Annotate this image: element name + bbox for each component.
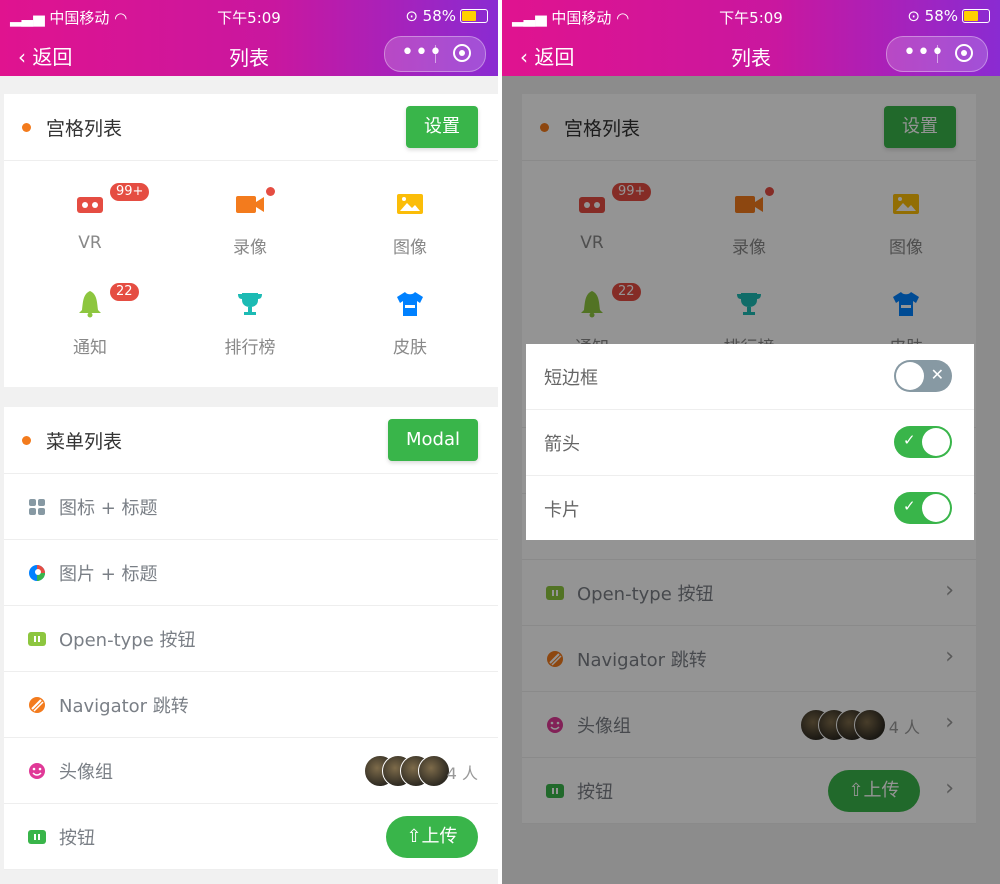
grid-item-image[interactable]: 图像 (330, 177, 490, 267)
section-gap (4, 387, 498, 407)
menu-item-button[interactable]: 按钮 ⇧上传 (4, 804, 498, 870)
avatar-group (364, 755, 450, 787)
phone-screen-left: ▂▃▅ 中国移动 ◠ 下午5:09 ⊙ 58% ‹ 返回 列表 ••• 宫格列表… (0, 0, 498, 884)
modal-row-arrow: 箭头 ✓ (526, 410, 974, 476)
modal-row-short-border: 短边框 ✕ (526, 344, 974, 410)
toggle-knob (922, 494, 950, 522)
close-target-icon[interactable] (453, 44, 471, 62)
grid-item-vr[interactable]: 99+ VR (10, 177, 170, 267)
image-icon (395, 191, 425, 217)
more-button[interactable]: ••• (903, 40, 945, 65)
grid-list: 99+ VR 录像 图像 22 通知 排行榜 (4, 161, 498, 387)
mini-program-capsule: ••• (384, 36, 486, 72)
grid-item-video[interactable]: 录像 (170, 177, 330, 267)
button-icon (28, 830, 46, 844)
check-icon: ✓ (903, 497, 916, 515)
check-icon: ✓ (903, 431, 916, 449)
red-dot (266, 187, 275, 196)
battery-icon (460, 9, 488, 23)
status-bar: ▂▃▅ 中国移动 ◠ 下午5:09 ⊙ 58% (0, 0, 498, 34)
arrow-toggle[interactable]: ✓ (894, 426, 952, 458)
section-dot (22, 436, 31, 445)
list-content: 宫格列表 设置 99+ VR 录像 图像 22 通知 排行榜 皮肤 菜单列表 M… (4, 94, 498, 870)
grid-icon (29, 499, 45, 515)
menu-item-label: Navigator 跳转 (59, 696, 189, 717)
menu-item-label: 图片 + 标题 (59, 564, 158, 585)
upload-button[interactable]: ⇧上传 (386, 816, 478, 858)
modal-row-label: 箭头 (544, 434, 580, 455)
grid-item-label: 皮肤 (393, 338, 427, 358)
lock-rotation-icon: ⊙ (405, 7, 423, 25)
menu-item-navigator[interactable]: Navigator 跳转 (4, 672, 498, 738)
capsule-divider (937, 45, 938, 63)
section-title: 宫格列表 (46, 118, 123, 140)
menu-item-icon-title[interactable]: 图标 + 标题 (4, 474, 498, 540)
badge: 22 (110, 283, 139, 301)
capsule-divider (435, 45, 436, 63)
menu-item-label: 头像组 (59, 762, 113, 783)
phone-screen-right: ▂▃▅ 中国移动 ◠ 下午5:09 ⊙ 58% ‹ 返回 列表 ••• 宫格列表… (502, 0, 1000, 884)
badge: 99+ (110, 183, 150, 201)
navigator-icon (29, 697, 45, 713)
battery-indicator: ⊙ 58% (907, 7, 990, 25)
menu-item-open-type[interactable]: Open-type 按钮 (4, 606, 498, 672)
toggle-knob (922, 428, 950, 456)
menu-item-avatar-group[interactable]: 头像组 4 人 (4, 738, 498, 804)
menu-item-label: Open-type 按钮 (59, 630, 196, 651)
nav-bar: ‹ 返回 列表 ••• (0, 34, 498, 76)
grid-item-label: VR (78, 233, 102, 253)
grid-item-label: 图像 (393, 238, 427, 258)
battery-indicator: ⊙ 58% (405, 7, 488, 25)
more-button[interactable]: ••• (401, 40, 443, 65)
shirt-icon (395, 291, 425, 317)
lock-rotation-icon: ⊙ (907, 7, 925, 25)
toggle-knob (896, 362, 924, 390)
settings-button[interactable]: 设置 (406, 106, 478, 148)
section-dot (22, 123, 31, 132)
menu-item-label: 图标 + 标题 (59, 498, 158, 519)
nav-bar: ‹ 返回 列表 ••• (502, 34, 1000, 76)
short-border-toggle[interactable]: ✕ (894, 360, 952, 392)
modal-row-card: 卡片 ✓ (526, 476, 974, 541)
grid-item-rank[interactable]: 排行榜 (170, 277, 330, 367)
menu-section-header: 菜单列表 Modal (4, 407, 498, 474)
section-title: 菜单列表 (46, 431, 123, 453)
menu-item-label: 按钮 (59, 828, 95, 849)
avatar (418, 755, 450, 787)
image-logo-icon (29, 565, 45, 581)
battery-icon (962, 9, 990, 23)
close-icon: ✕ (930, 365, 944, 384)
grid-item-label: 排行榜 (224, 338, 276, 358)
video-icon (235, 191, 265, 217)
modal-row-label: 短边框 (544, 368, 598, 389)
bell-icon (75, 291, 105, 318)
grid-item-skin[interactable]: 皮肤 (330, 277, 490, 367)
close-target-icon[interactable] (955, 44, 973, 62)
trophy-icon (235, 291, 265, 317)
modal-row-label: 卡片 (544, 500, 580, 521)
grid-item-notify[interactable]: 22 通知 (10, 277, 170, 367)
menu-item-image-title[interactable]: 图片 + 标题 (4, 540, 498, 606)
grid-item-label: 通知 (73, 338, 107, 358)
smile-icon (29, 763, 45, 779)
vr-icon (75, 191, 105, 217)
card-toggle[interactable]: ✓ (894, 492, 952, 524)
modal-button[interactable]: Modal (388, 419, 478, 461)
member-count: 4 人 (446, 764, 478, 783)
open-type-icon (28, 632, 46, 646)
settings-modal: 短边框 ✕ 箭头 ✓ 卡片 ✓ (526, 344, 974, 540)
mini-program-capsule: ••• (886, 36, 988, 72)
status-bar: ▂▃▅ 中国移动 ◠ 下午5:09 ⊙ 58% (502, 0, 1000, 34)
grid-section-header: 宫格列表 设置 (4, 94, 498, 161)
grid-item-label: 录像 (233, 238, 267, 258)
